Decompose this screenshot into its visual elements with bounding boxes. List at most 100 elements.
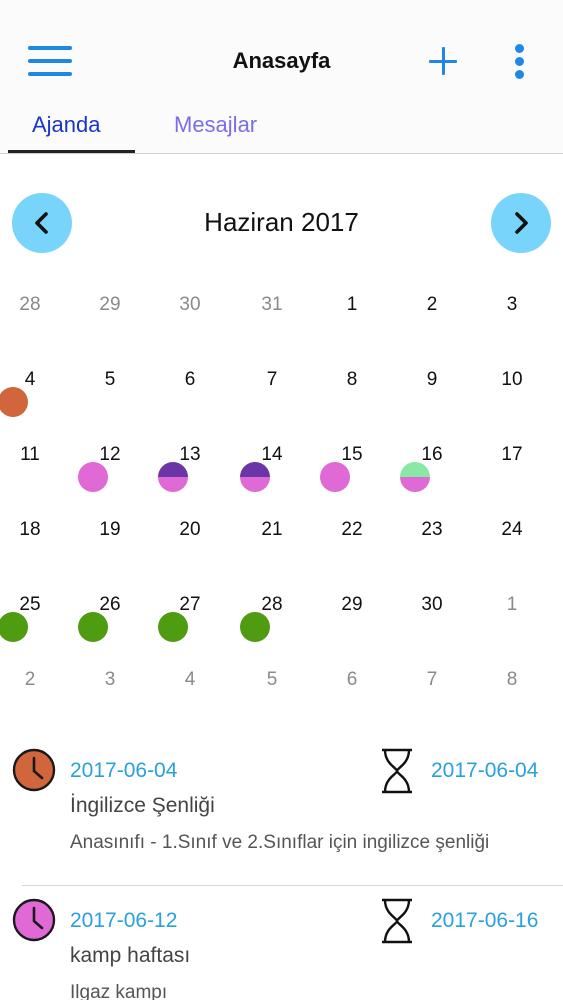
calendar-day-number: 17 bbox=[501, 444, 523, 465]
active-tab-indicator bbox=[8, 150, 135, 153]
calendar-day[interactable]: 7 bbox=[412, 643, 492, 718]
calendar-day[interactable]: 2 bbox=[412, 268, 492, 343]
calendar-day[interactable]: 24 bbox=[492, 493, 563, 568]
event-divider bbox=[22, 885, 563, 886]
event-item[interactable]: 2017-06-04 2017-06-04 İngilizce Şenliği … bbox=[0, 742, 563, 892]
hourglass-icon bbox=[382, 898, 412, 944]
calendar-day[interactable]: 8 bbox=[332, 343, 412, 418]
calendar-day[interactable]: 1 bbox=[492, 568, 563, 643]
calendar-day-number: 29 bbox=[99, 294, 121, 315]
event-description: Anasınıfı - 1.Sınıf ve 2.Sınıflar için i… bbox=[70, 832, 490, 853]
calendar-day[interactable]: 16 bbox=[400, 418, 492, 493]
calendar-day-number: 6 bbox=[346, 669, 358, 690]
calendar-day-number: 5 bbox=[266, 669, 278, 690]
tab-ajanda[interactable]: Ajanda bbox=[32, 112, 101, 138]
calendar-day[interactable]: 21 bbox=[252, 493, 332, 568]
calendar-day[interactable]: 28 bbox=[240, 568, 332, 643]
calendar-day-number: 22 bbox=[341, 519, 363, 540]
event-start-date: 2017-06-12 bbox=[70, 909, 178, 932]
calendar-day[interactable]: 13 bbox=[158, 418, 250, 493]
calendar-day-number: 30 bbox=[179, 294, 201, 315]
calendar-day-number: 4 bbox=[184, 669, 196, 690]
calendar-day-number: 28 bbox=[19, 294, 41, 315]
event-indicator-dot bbox=[158, 462, 188, 492]
calendar-day[interactable]: 4 bbox=[170, 643, 250, 718]
clock-icon bbox=[12, 748, 56, 792]
calendar-day-number: 8 bbox=[346, 369, 358, 390]
event-indicator-dot bbox=[158, 612, 188, 642]
calendar-day-number: 19 bbox=[99, 519, 121, 540]
calendar-day[interactable]: 22 bbox=[332, 493, 412, 568]
calendar-day[interactable]: 2 bbox=[10, 643, 90, 718]
calendar-day[interactable]: 9 bbox=[412, 343, 492, 418]
calendar-day[interactable]: 31 bbox=[252, 268, 332, 343]
calendar-day-number: 18 bbox=[19, 519, 41, 540]
event-indicator-dot bbox=[0, 612, 28, 642]
calendar-day[interactable]: 30 bbox=[170, 268, 250, 343]
calendar-day[interactable]: 27 bbox=[158, 568, 250, 643]
calendar-day-number: 6 bbox=[184, 369, 196, 390]
calendar-day-number: 24 bbox=[501, 519, 523, 540]
calendar-day-number: 2 bbox=[24, 669, 36, 690]
event-description: Ilgaz kampı bbox=[70, 982, 168, 1000]
event-end-date: 2017-06-04 bbox=[431, 759, 539, 782]
chevron-right-icon bbox=[515, 212, 528, 234]
tab-mesajlar[interactable]: Mesajlar bbox=[174, 112, 257, 138]
calendar-day[interactable]: 23 bbox=[412, 493, 492, 568]
calendar-day[interactable]: 3 bbox=[492, 268, 563, 343]
event-end-date: 2017-06-16 bbox=[431, 909, 539, 932]
calendar-day[interactable]: 29 bbox=[90, 268, 170, 343]
event-indicator-dot bbox=[400, 462, 430, 492]
event-title: kamp haftası bbox=[70, 944, 191, 967]
calendar-day-number: 9 bbox=[426, 369, 438, 390]
clock-icon bbox=[12, 898, 56, 942]
calendar-day-number: 11 bbox=[20, 444, 40, 465]
event-indicator-dot bbox=[78, 462, 108, 492]
event-indicator-dot bbox=[240, 462, 270, 492]
calendar-day[interactable]: 28 bbox=[10, 268, 90, 343]
calendar-day-number: 30 bbox=[421, 594, 443, 615]
calendar-day-number: 5 bbox=[104, 369, 116, 390]
calendar-day[interactable]: 17 bbox=[492, 418, 563, 493]
app-header: Anasayfa bbox=[0, 0, 563, 100]
calendar-day-number: 31 bbox=[261, 294, 283, 315]
calendar-grid: 28 29 30 31 1 2 3 4 5 6 7 8 9 10 11 12 13 14 15 16 17 18 19 20 2… bbox=[0, 268, 563, 718]
calendar-day-number: 23 bbox=[421, 519, 443, 540]
event-indicator-dot bbox=[78, 612, 108, 642]
calendar-day-number: 8 bbox=[506, 669, 518, 690]
calendar-day[interactable]: 6 bbox=[332, 643, 412, 718]
month-label: Haziran 2017 bbox=[204, 207, 359, 237]
calendar-day-number: 1 bbox=[506, 594, 518, 615]
calendar-day[interactable]: 30 bbox=[412, 568, 492, 643]
calendar-day-number: 3 bbox=[506, 294, 518, 315]
calendar-day[interactable]: 29 bbox=[332, 568, 412, 643]
next-month-button[interactable] bbox=[491, 193, 551, 253]
event-start-date: 2017-06-04 bbox=[70, 759, 178, 782]
event-title: İngilizce Şenliği bbox=[70, 794, 215, 817]
calendar-day[interactable]: 5 bbox=[90, 343, 170, 418]
calendar-day-number: 7 bbox=[266, 369, 278, 390]
calendar-day[interactable]: 1 bbox=[332, 268, 412, 343]
event-indicator-dot bbox=[0, 387, 28, 417]
calendar-day[interactable]: 5 bbox=[252, 643, 332, 718]
calendar-day[interactable]: 8 bbox=[492, 643, 563, 718]
calendar-day[interactable]: 10 bbox=[492, 343, 563, 418]
calendar-day-number: 1 bbox=[346, 294, 358, 315]
calendar-day[interactable]: 3 bbox=[90, 643, 170, 718]
calendar-day[interactable]: 20 bbox=[170, 493, 250, 568]
calendar-day-number: 21 bbox=[261, 519, 283, 540]
calendar-day[interactable]: 7 bbox=[252, 343, 332, 418]
event-item[interactable]: 2017-06-12 2017-06-16 kamp haftası Ilgaz… bbox=[0, 892, 563, 1000]
add-button[interactable] bbox=[428, 46, 458, 76]
calendar-day[interactable]: 19 bbox=[90, 493, 170, 568]
calendar-day-number: 3 bbox=[104, 669, 116, 690]
calendar-day[interactable]: 6 bbox=[170, 343, 250, 418]
calendar-day-number: 10 bbox=[501, 369, 523, 390]
calendar-day-number: 20 bbox=[179, 519, 201, 540]
more-vertical-icon[interactable] bbox=[510, 42, 530, 82]
hourglass-icon bbox=[382, 748, 412, 794]
event-indicator-dot bbox=[320, 462, 350, 492]
calendar-day[interactable]: 18 bbox=[10, 493, 90, 568]
calendar-day[interactable]: 4 bbox=[0, 343, 90, 418]
calendar-day-number: 7 bbox=[426, 669, 438, 690]
